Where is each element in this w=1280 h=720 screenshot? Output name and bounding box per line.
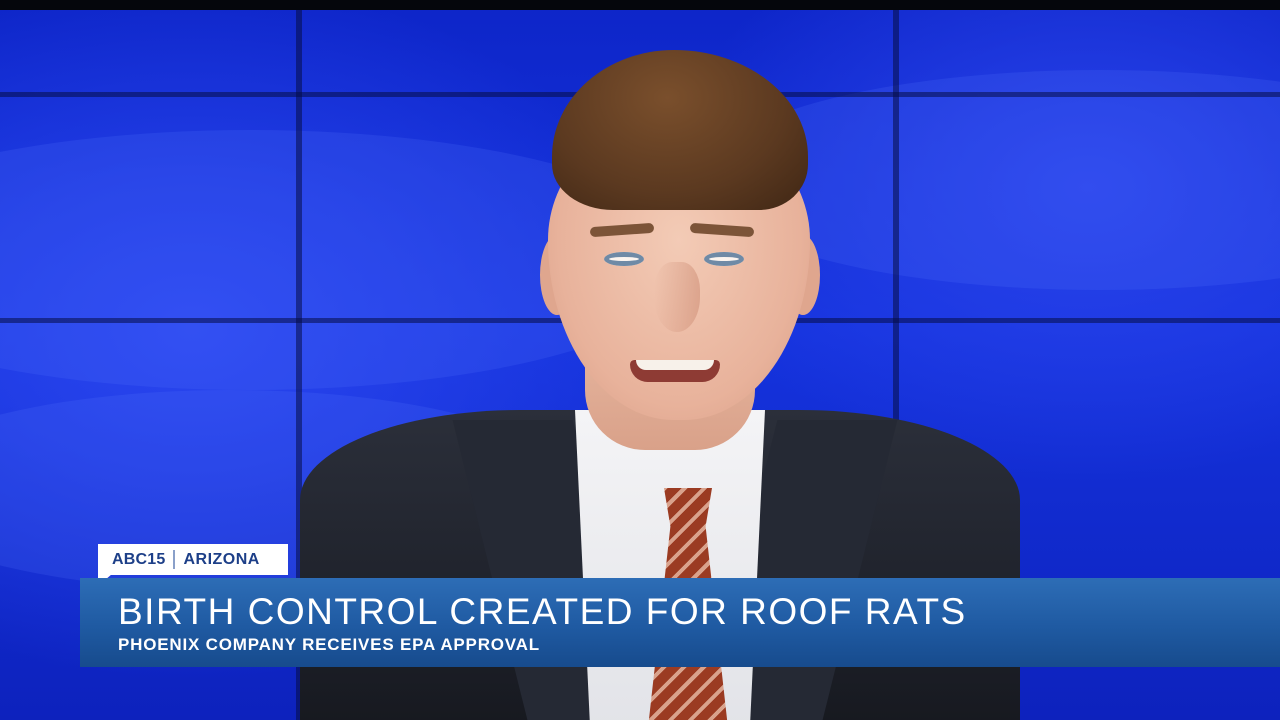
anchor-teeth (636, 360, 714, 370)
anchor-mouth (630, 360, 720, 382)
broadcast-frame: ABC15 ARIZONA BIRTH CONTROL CREATED FOR … (0, 0, 1280, 720)
network-logo-text: ABC15 (112, 550, 166, 568)
subheadline-text: PHOENIX COMPANY RECEIVES EPA APPROVAL (118, 635, 540, 654)
anchor-nose (654, 262, 700, 332)
lower-third-banner: BIRTH CONTROL CREATED FOR ROOF RATS PHOE… (80, 578, 1280, 667)
station-bug: ABC15 ARIZONA (98, 544, 288, 575)
anchor-eye-right (704, 252, 744, 266)
headline-text: BIRTH CONTROL CREATED FOR ROOF RATS (118, 591, 967, 632)
region-label: ARIZONA (183, 550, 260, 568)
bug-divider (173, 550, 176, 569)
anchor-hair (552, 50, 808, 210)
anchor-eye-left (604, 252, 644, 266)
